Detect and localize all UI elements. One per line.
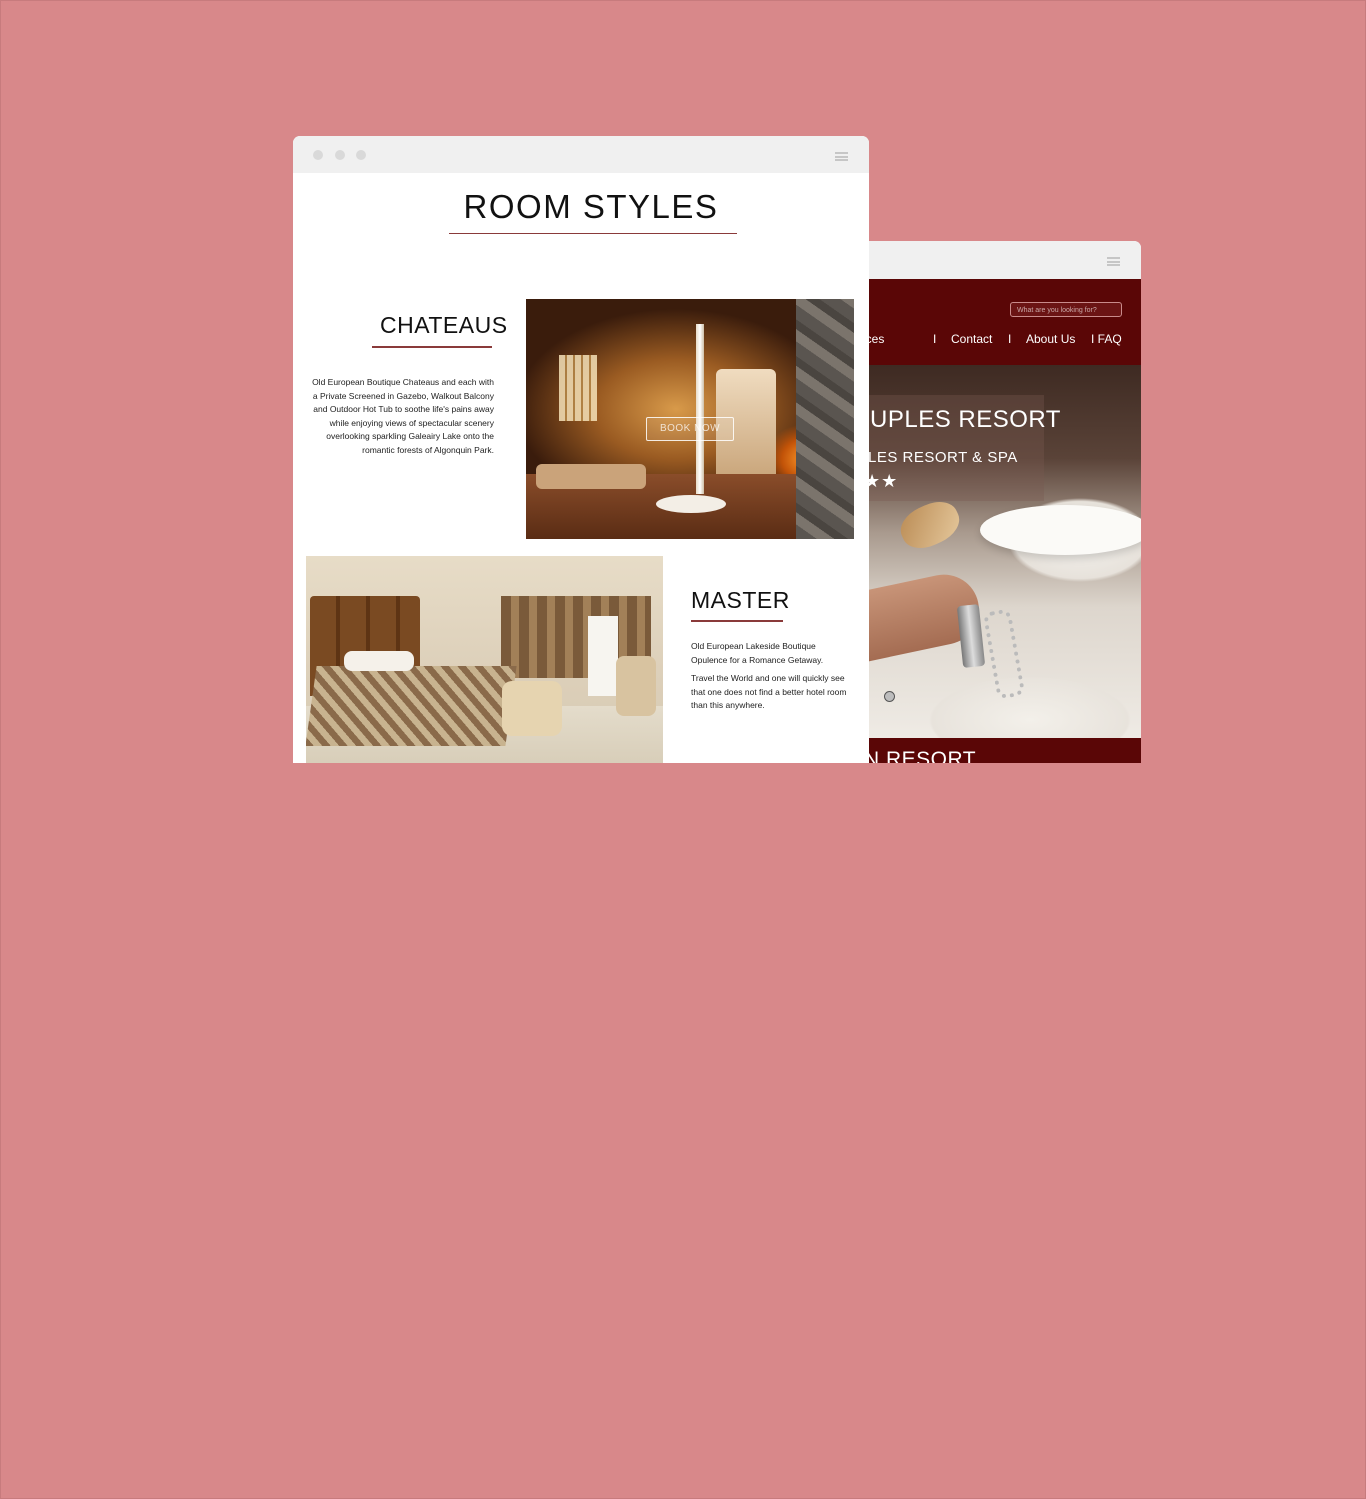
photo-tub — [536, 464, 646, 489]
browser-chrome — [293, 136, 869, 173]
slide-dot[interactable] — [884, 691, 895, 702]
chateau-room-photo: BOOK NOW — [526, 299, 854, 539]
photo-window — [559, 355, 597, 421]
chateaus-description: Old European Boutique Chateaus and each … — [312, 377, 494, 455]
hero-title: UPLES RESORT — [870, 406, 1061, 433]
window-dot-icon[interactable] — [356, 150, 366, 160]
main-nav: r services I Contact I About Us I FAQ — [840, 332, 1141, 346]
master-room-photo — [306, 556, 663, 763]
hero-slider: UPLES RESORT LES RESORT & SPA ★★ — [840, 365, 1141, 738]
photo-bedpost — [696, 324, 704, 494]
hamburger-icon[interactable] — [1107, 257, 1120, 266]
photo-chair — [502, 681, 562, 736]
section-heading: N RESORT — [864, 748, 977, 763]
master-description-2: Travel the World and one will quickly se… — [691, 673, 847, 710]
hero-photo-bracelet — [982, 608, 1026, 700]
nav-separator: I — [1008, 332, 1012, 346]
page-title: ROOM STYLES — [463, 188, 719, 225]
photo-towel — [656, 495, 726, 513]
nav-item-faq[interactable]: I FAQ — [1091, 332, 1122, 346]
section-divider — [691, 620, 783, 622]
section-divider — [372, 346, 492, 348]
nav-item-contact[interactable]: Contact — [951, 332, 992, 346]
nav-item-about-us[interactable]: About Us — [1026, 332, 1075, 346]
front-browser-window: ROOM STYLES CHATEAUS Old European Boutiq… — [293, 136, 869, 763]
title-divider — [449, 233, 737, 234]
hamburger-icon[interactable] — [835, 152, 848, 161]
window-dot-icon[interactable] — [313, 150, 323, 160]
photo-door — [588, 616, 618, 696]
search-input[interactable]: What are you looking for? — [1010, 302, 1122, 317]
browser-chrome — [840, 241, 1141, 279]
section-title-chateaus: CHATEAUS — [380, 312, 508, 338]
photo-chair — [616, 656, 656, 716]
star-rating: ★★ — [864, 471, 899, 491]
hero-photo-bowl — [980, 505, 1141, 555]
window-dot-icon[interactable] — [335, 150, 345, 160]
hero-photo-bread — [894, 494, 966, 556]
back-browser-window: What are you looking for? r services I C… — [840, 241, 1141, 763]
book-now-button[interactable]: BOOK NOW — [646, 417, 734, 441]
section-title-master: MASTER — [691, 587, 790, 613]
photo-bed — [306, 666, 517, 746]
hero-subtitle: LES RESORT & SPA — [868, 449, 1018, 466]
section-heading-bar: N RESORT — [840, 738, 1141, 763]
photo-stone-wall — [796, 299, 854, 539]
photo-pillows — [344, 651, 414, 671]
hero-photo-watch — [956, 604, 986, 668]
master-description-1: Old European Lakeside Boutique Opulence … — [691, 641, 824, 665]
site-header: What are you looking for? r services I C… — [840, 279, 1141, 365]
nav-separator: I — [933, 332, 937, 346]
